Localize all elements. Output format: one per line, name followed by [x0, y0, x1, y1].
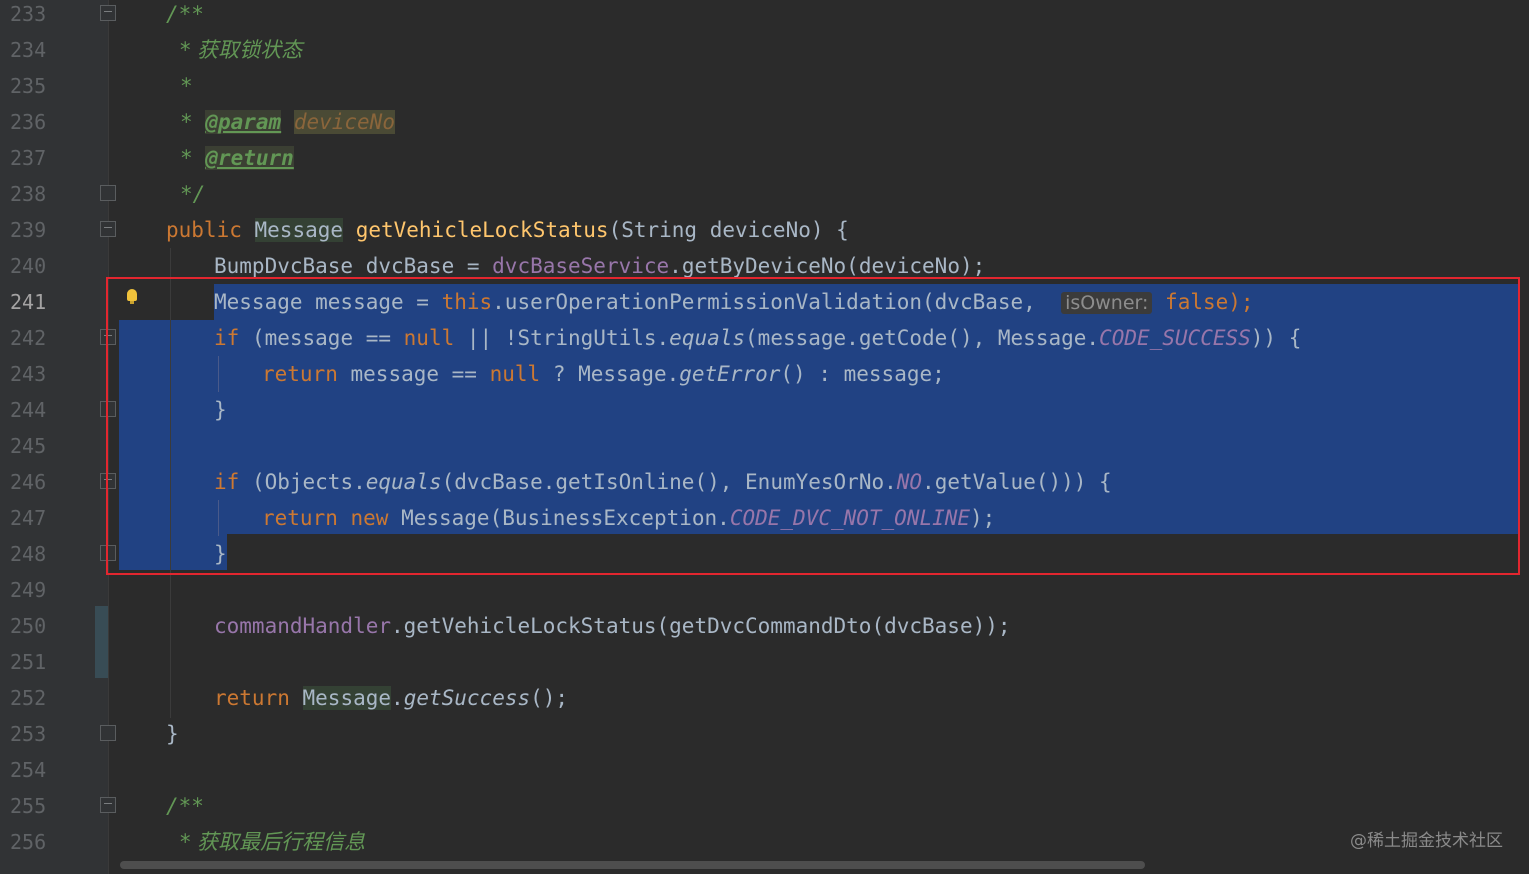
line-number[interactable]: 251: [10, 644, 50, 680]
code-line-252[interactable]: return Message.getSuccess();: [214, 680, 568, 716]
line-number[interactable]: 237: [10, 140, 50, 176]
highlight-annotation-box: [106, 277, 1520, 575]
fold-end-icon[interactable]: [100, 725, 116, 741]
line-number[interactable]: 252: [10, 680, 50, 716]
comment-text: /**: [166, 794, 204, 818]
type-name: Message: [254, 218, 344, 242]
line-number[interactable]: 256: [10, 824, 50, 860]
line-number[interactable]: 247: [10, 500, 50, 536]
line-number[interactable]: 246: [10, 464, 50, 500]
line-number[interactable]: 243: [10, 356, 50, 392]
comment-text: *: [180, 74, 193, 98]
comment-text: * 获取最后行程信息: [180, 830, 366, 854]
method-name: getVehicleLockStatus: [355, 218, 609, 242]
comment-text: * 获取锁状态: [180, 38, 303, 62]
line-number[interactable]: 240: [10, 248, 50, 284]
code-line-234[interactable]: * 获取锁状态: [180, 32, 302, 68]
javadoc-param-value: deviceNo: [293, 110, 395, 134]
line-number[interactable]: 236: [10, 104, 50, 140]
watermark: @稀土掘金技术社区: [1350, 831, 1503, 851]
code-text: (String deviceNo) {: [608, 218, 849, 242]
field-name: commandHandler: [214, 614, 392, 638]
line-number[interactable]: 254: [10, 752, 50, 788]
line-number[interactable]: 238: [10, 176, 50, 212]
code-line-239[interactable]: public Message getVehicleLockStatus(Stri…: [166, 212, 849, 248]
keyword: return: [214, 686, 303, 710]
comment-text: /**: [166, 2, 204, 26]
fold-toggle-icon[interactable]: [100, 5, 116, 21]
fold-toggle-icon[interactable]: [100, 797, 116, 813]
line-number[interactable]: 248: [10, 536, 50, 572]
code-line-255[interactable]: /**: [166, 788, 204, 824]
type-name: Message: [302, 686, 392, 710]
keyword: public: [166, 218, 255, 242]
code-text: ();: [530, 686, 569, 710]
code-text: .getVehicleLockStatus(getDvcCommandDto(d…: [391, 614, 1011, 638]
code-text: .getByDeviceNo(deviceNo);: [669, 254, 986, 278]
line-number[interactable]: 233: [10, 0, 50, 32]
line-number[interactable]: 253: [10, 716, 50, 752]
line-number[interactable]: 245: [10, 428, 50, 464]
line-number[interactable]: 255: [10, 788, 50, 824]
code-line-253[interactable]: }: [166, 716, 179, 752]
code-line-237[interactable]: * @return: [180, 140, 294, 176]
code-text: BumpDvcBase dvcBase =: [214, 254, 493, 278]
fold-toggle-icon[interactable]: [100, 221, 116, 237]
line-number[interactable]: 250: [10, 608, 50, 644]
comment-text: */: [180, 182, 206, 206]
code-text: .: [391, 686, 404, 710]
fold-end-icon[interactable]: [100, 185, 116, 201]
javadoc-param-tag: @param: [205, 110, 282, 134]
comment-star: *: [180, 110, 206, 134]
line-number[interactable]: 244: [10, 392, 50, 428]
vcs-change-marker[interactable]: [95, 606, 108, 678]
field-name: dvcBaseService: [492, 254, 670, 278]
line-number[interactable]: 234: [10, 32, 50, 68]
javadoc-return-tag: @return: [205, 146, 294, 170]
code-text: }: [166, 722, 179, 746]
horizontal-scrollbar[interactable]: [120, 861, 1145, 869]
line-number[interactable]: 241: [10, 284, 50, 320]
code-line-236[interactable]: * @param deviceNo: [180, 104, 395, 140]
code-line-250[interactable]: commandHandler.getVehicleLockStatus(getD…: [214, 608, 1011, 644]
line-number[interactable]: 242: [10, 320, 50, 356]
code-line-256[interactable]: * 获取最后行程信息: [180, 824, 365, 860]
code-line-238[interactable]: */: [180, 176, 205, 212]
code-line-233[interactable]: /**: [166, 0, 204, 32]
line-number[interactable]: 235: [10, 68, 50, 104]
code-editor[interactable]: 233 234 235 236 237 238 239 240 241 242 243 244 245 2…: [0, 0, 1529, 874]
line-number[interactable]: 239: [10, 212, 50, 248]
comment-star: *: [180, 146, 206, 170]
code-line-235[interactable]: *: [180, 68, 193, 104]
line-number[interactable]: 249: [10, 572, 50, 608]
static-method: getSuccess: [403, 686, 531, 710]
